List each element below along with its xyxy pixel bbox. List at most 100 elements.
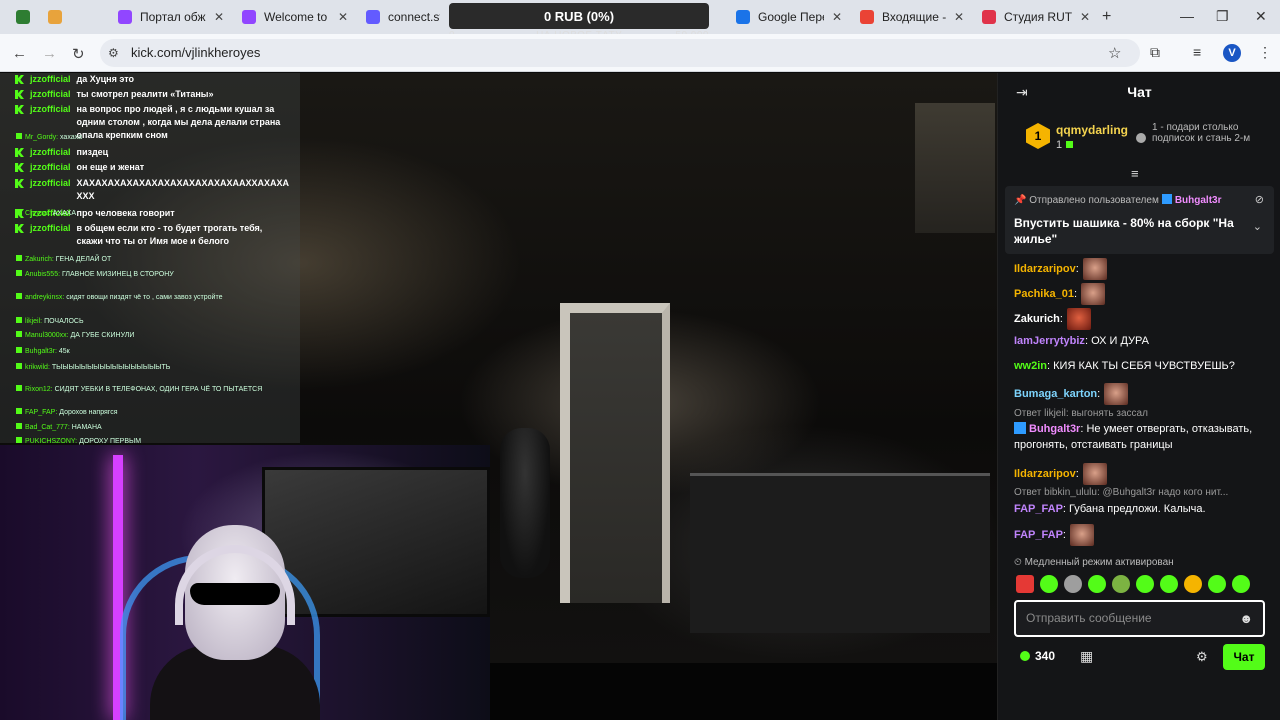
badge-icon [1014, 422, 1026, 434]
reply-context[interactable]: Ответ bibkin_ululu: @Buhgalt3r надо кого… [1014, 487, 1269, 498]
close-icon[interactable]: ✕ [214, 10, 224, 24]
overlay-chat-user: jzzofficial [30, 162, 71, 172]
tab-favicon [48, 10, 62, 24]
chat-input-box[interactable]: ☻ [1014, 600, 1265, 637]
chat-message: Ildarzaripov: [1014, 463, 1269, 485]
close-icon[interactable]: ✕ [338, 10, 348, 24]
gear-icon[interactable]: ⚙ [1196, 649, 1208, 665]
close-icon[interactable]: ✕ [832, 10, 842, 24]
quick-emote-bar [1016, 575, 1250, 593]
tab-menu[interactable] [8, 5, 34, 29]
emote-button[interactable] [1016, 575, 1034, 593]
close-window-button[interactable]: ✕ [1255, 8, 1267, 25]
emote-button[interactable] [1160, 575, 1178, 593]
overlay-small-row: Buhgalt3r: 45к [16, 347, 70, 356]
hide-pin-icon[interactable]: ⊘ [1255, 193, 1264, 206]
scene-microphone [500, 428, 550, 578]
emote-button[interactable] [1040, 575, 1058, 593]
url-text[interactable]: kick.com/vjlinkheroyes [131, 45, 260, 60]
media-icon[interactable]: ≡ [1193, 44, 1201, 60]
gift-leaderboard-card[interactable]: 1 qqmydarling 1 1 - подари столько подпи… [1026, 121, 1266, 161]
overlay-small-row: Anubis555: ГЛАВНОЕ МИЗИНЕЦ В СТОРОНУ [16, 270, 174, 279]
scene-kitchen-counter [690, 473, 990, 633]
store-icon[interactable]: ▦ [1080, 648, 1093, 665]
overlay-chat-user: jzzofficial [30, 223, 71, 233]
overlay-small-row: Manul3000xx: ДА ГУБЕ СКИНУЛИ [16, 331, 134, 340]
emote-button[interactable] [1064, 575, 1082, 593]
gift-icon [1066, 141, 1074, 148]
overlay-chat-row: jzzofficial ты смотрел реалити «Титаны» [15, 88, 287, 101]
collapse-chat-icon[interactable]: ⇥ [1016, 84, 1028, 101]
emote-image [1082, 258, 1107, 280]
chat-title: Чат [1127, 84, 1152, 100]
tab-title: Студия RUTUB [1004, 10, 1072, 24]
overlay-small-row: Mr_Gordy: хахаха [16, 133, 82, 142]
webcam-feed [0, 445, 490, 720]
stream-video[interactable]: jzzofficial да Хуцня это jzzofficial ты см… [0, 73, 997, 720]
overlay-chat-text: ты смотрел реалити «Титаны» [76, 89, 214, 99]
overlay-chat-text: про человека говорит [76, 208, 175, 218]
chat-message: IamJerrytybiz: ОХ И ДУРА [1014, 335, 1149, 347]
slow-mode-notice: ⏲ Медленный режим активирован [1014, 557, 1174, 568]
chat-message: Zakurich: [1014, 308, 1269, 330]
tab-4[interactable]: Welcome to T ✕ [234, 5, 356, 29]
tab-title: Входящие - v [882, 10, 946, 24]
tab-8[interactable]: Студия RUTUB ✕ [974, 5, 1098, 29]
new-tab-button[interactable]: + [1102, 8, 1111, 26]
overlay-small-row: Rixon12: СИДЯТ УЕБКИ В ТЕЛЕФОНАХ, ОДИН Г… [16, 385, 262, 394]
emote-button[interactable] [1112, 575, 1130, 593]
pinned-message[interactable]: 📌 Отправлено пользователем Buhgalt3r Впус… [1005, 186, 1274, 254]
rank-badge: 1 [1026, 123, 1050, 149]
expand-leaderboard-icon[interactable]: ≡ [1131, 166, 1139, 181]
close-icon[interactable]: ✕ [954, 10, 964, 24]
overlay-small-row: FAP_FAP: Дорохов напрягся [16, 408, 118, 417]
overlay-chat-text: в общем если кто - то будет трогать тебя… [76, 223, 263, 246]
chat-message: Ildarzaripov: [1014, 258, 1269, 280]
rutube-icon [982, 10, 996, 24]
google-translate-icon [736, 10, 750, 24]
overlay-chat-row: jzzofficial он еще и женат [15, 161, 287, 174]
menu-icon[interactable]: ⋮ [1258, 44, 1272, 61]
stripe-icon [366, 10, 380, 24]
emote-button[interactable] [1208, 575, 1226, 593]
overlay-small-row: Chrysai: АХАХА [16, 209, 76, 218]
site-info-icon[interactable]: ⚙ [108, 46, 119, 60]
tab-3[interactable]: Портал обжал ✕ [110, 5, 232, 29]
pinned-meta: 📌 Отправлено пользователем Buhgalt3r [1014, 194, 1222, 206]
twitch-icon [242, 10, 256, 24]
kick-icon [15, 148, 24, 157]
overlay-chat-row: jzzofficial ХАХАХАХАХАХАХАХАХАХАХАХАХААХХ… [15, 177, 289, 203]
minimize-button[interactable]: — [1180, 8, 1194, 24]
emote-button[interactable] [1136, 575, 1154, 593]
reply-context[interactable]: Ответ likjeil: выгонять зассал [1014, 408, 1269, 419]
emote-button[interactable] [1184, 575, 1202, 593]
emote-button[interactable] [1232, 575, 1250, 593]
reload-icon[interactable]: ↻ [72, 45, 85, 63]
close-icon[interactable]: ✕ [1080, 10, 1090, 24]
chat-send-button[interactable]: Чат [1223, 644, 1265, 670]
tab-7[interactable]: Входящие - v ✕ [852, 5, 972, 29]
emoji-picker-icon[interactable]: ☻ [1239, 611, 1253, 626]
bookmark-star-icon[interactable]: ☆ [1108, 44, 1121, 62]
chevron-down-icon[interactable]: ⌄ [1253, 220, 1262, 233]
tab-1[interactable] [40, 5, 70, 29]
profile-avatar[interactable]: V [1223, 44, 1241, 62]
overlay-chat-text: на вопрос про людей , я с людьми кушал з… [76, 104, 281, 140]
maximize-button[interactable]: ❐ [1216, 8, 1229, 25]
chat-message: FAP_FAP: [1014, 524, 1269, 546]
extensions-icon[interactable]: ⧉ [1150, 44, 1160, 61]
emote-image [1104, 383, 1129, 405]
address-toolbar: ← → ↻ ⚙ kick.com/vjlinkheroyes ☆ ⧉ ≡ V ⋮ [0, 34, 1280, 72]
channel-points[interactable]: 340 [1020, 649, 1055, 663]
kick-icon [15, 224, 24, 233]
back-icon[interactable]: ← [12, 45, 27, 62]
kick-icon [15, 179, 24, 188]
tab-6[interactable]: Google Перев ✕ [728, 5, 850, 29]
overlay-chat-row: jzzofficial да Хуцня это [15, 73, 287, 86]
chat-message: Buhgalt3r: Не умеет отвергать, отказыват… [1014, 422, 1253, 451]
tab-5[interactable]: connect.stripe [358, 5, 448, 29]
chat-input[interactable] [1026, 611, 1226, 625]
overlay-chat-user: jzzofficial [30, 74, 71, 84]
emote-button[interactable] [1088, 575, 1106, 593]
forward-icon[interactable]: → [42, 45, 57, 62]
